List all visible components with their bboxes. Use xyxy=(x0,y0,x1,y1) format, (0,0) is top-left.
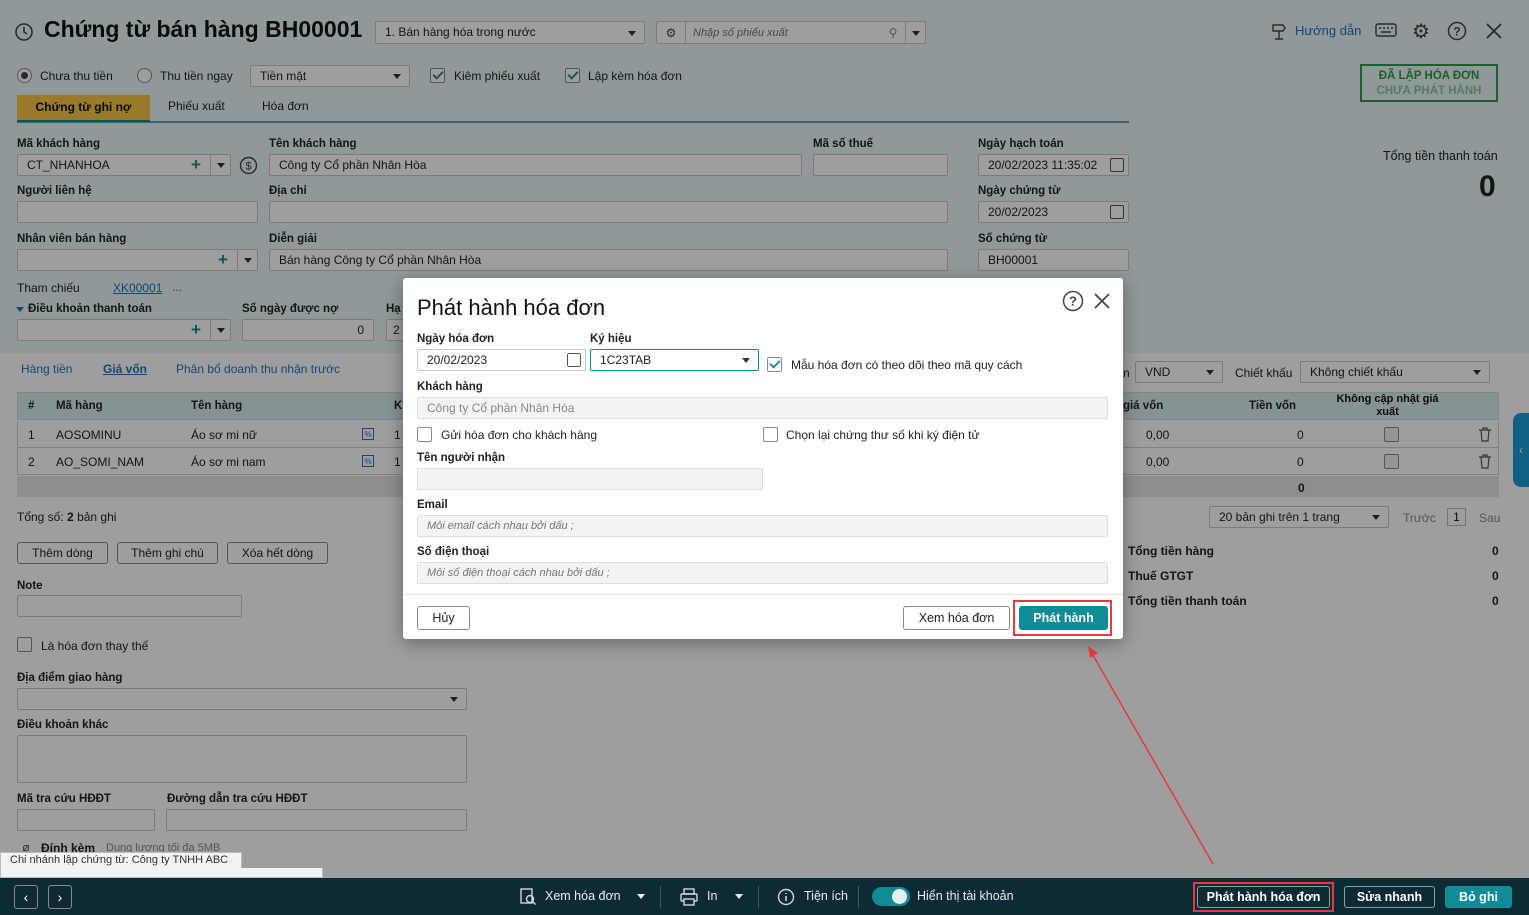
track-spec-label: Mẫu hóa đơn có theo dõi theo mã quy cách xyxy=(791,358,1023,372)
receiver-field[interactable] xyxy=(417,468,763,490)
help-icon[interactable]: ? xyxy=(1061,289,1085,313)
symbol-select[interactable]: 1C23TAB xyxy=(590,349,759,371)
dialog-title: Phát hành hóa đơn xyxy=(417,295,606,320)
show-account-toggle[interactable] xyxy=(872,887,910,906)
dialog-divider xyxy=(403,594,1123,595)
track-spec-checkbox[interactable] xyxy=(767,357,782,372)
reselect-cert-checkbox[interactable] xyxy=(763,427,778,442)
phone-label: Số điện thoại xyxy=(417,546,490,558)
symbol-label: Ký hiệu xyxy=(590,333,632,345)
calendar-icon[interactable] xyxy=(567,353,581,367)
close-icon[interactable] xyxy=(1090,289,1114,313)
receiver-label: Tên người nhận xyxy=(417,452,506,464)
prev-record-button[interactable]: ‹ xyxy=(14,885,38,909)
email-label: Email xyxy=(417,499,448,511)
next-record-button[interactable]: › xyxy=(48,885,72,909)
phone-field[interactable] xyxy=(417,562,1108,584)
tooltip-strip xyxy=(0,868,323,878)
utilities-menu[interactable]: Tiện ích xyxy=(804,889,848,903)
branch-tooltip: Chi nhánh lập chứng từ: Công ty TNHH ABC xyxy=(0,852,242,869)
publish-button[interactable]: Phát hành xyxy=(1019,606,1108,630)
quick-edit-button[interactable]: Sửa nhanh xyxy=(1344,886,1435,908)
publish-invoice-button[interactable]: Phát hành hóa đơn xyxy=(1197,886,1330,908)
chevron-down-icon[interactable] xyxy=(637,894,645,899)
customer-label: Khách hàng xyxy=(417,381,483,393)
view-invoice-menu[interactable]: Xem hóa đơn xyxy=(545,889,621,903)
cancel-button[interactable]: Hủy xyxy=(417,606,470,630)
annotation-arrow xyxy=(1088,646,1214,865)
chevron-down-icon[interactable] xyxy=(735,894,743,899)
bottom-toolbar: ‹ › Xem hóa đơn In Tiện ích Hiển thị tài… xyxy=(0,878,1529,915)
print-menu[interactable]: In xyxy=(707,889,717,903)
svg-text:?: ? xyxy=(1069,294,1077,309)
email-field[interactable] xyxy=(417,515,1108,537)
chevron-down-icon xyxy=(742,358,750,363)
preview-invoice-button[interactable]: Xem hóa đơn xyxy=(903,606,1010,630)
publish-invoice-dialog: Phát hành hóa đơn ? Ngày hóa đơn 20/02/2… xyxy=(403,278,1123,639)
invoice-date-label: Ngày hóa đơn xyxy=(417,333,495,345)
send-customer-label: Gửi hóa đơn cho khách hàng xyxy=(441,428,598,442)
send-customer-checkbox[interactable] xyxy=(417,427,432,442)
show-account-label: Hiển thị tài khoản xyxy=(917,889,1014,903)
info-icon[interactable] xyxy=(776,887,796,907)
invoice-date-field[interactable]: 20/02/2023 xyxy=(417,349,586,371)
discard-button[interactable]: Bỏ ghi xyxy=(1445,886,1512,908)
view-invoice-icon[interactable] xyxy=(518,887,538,907)
customer-field: Công ty Cổ phần Nhân Hòa xyxy=(417,397,1108,419)
print-icon[interactable] xyxy=(679,887,699,907)
reselect-cert-label: Chọn lại chứng thư số khi ký điện tử xyxy=(786,428,980,442)
